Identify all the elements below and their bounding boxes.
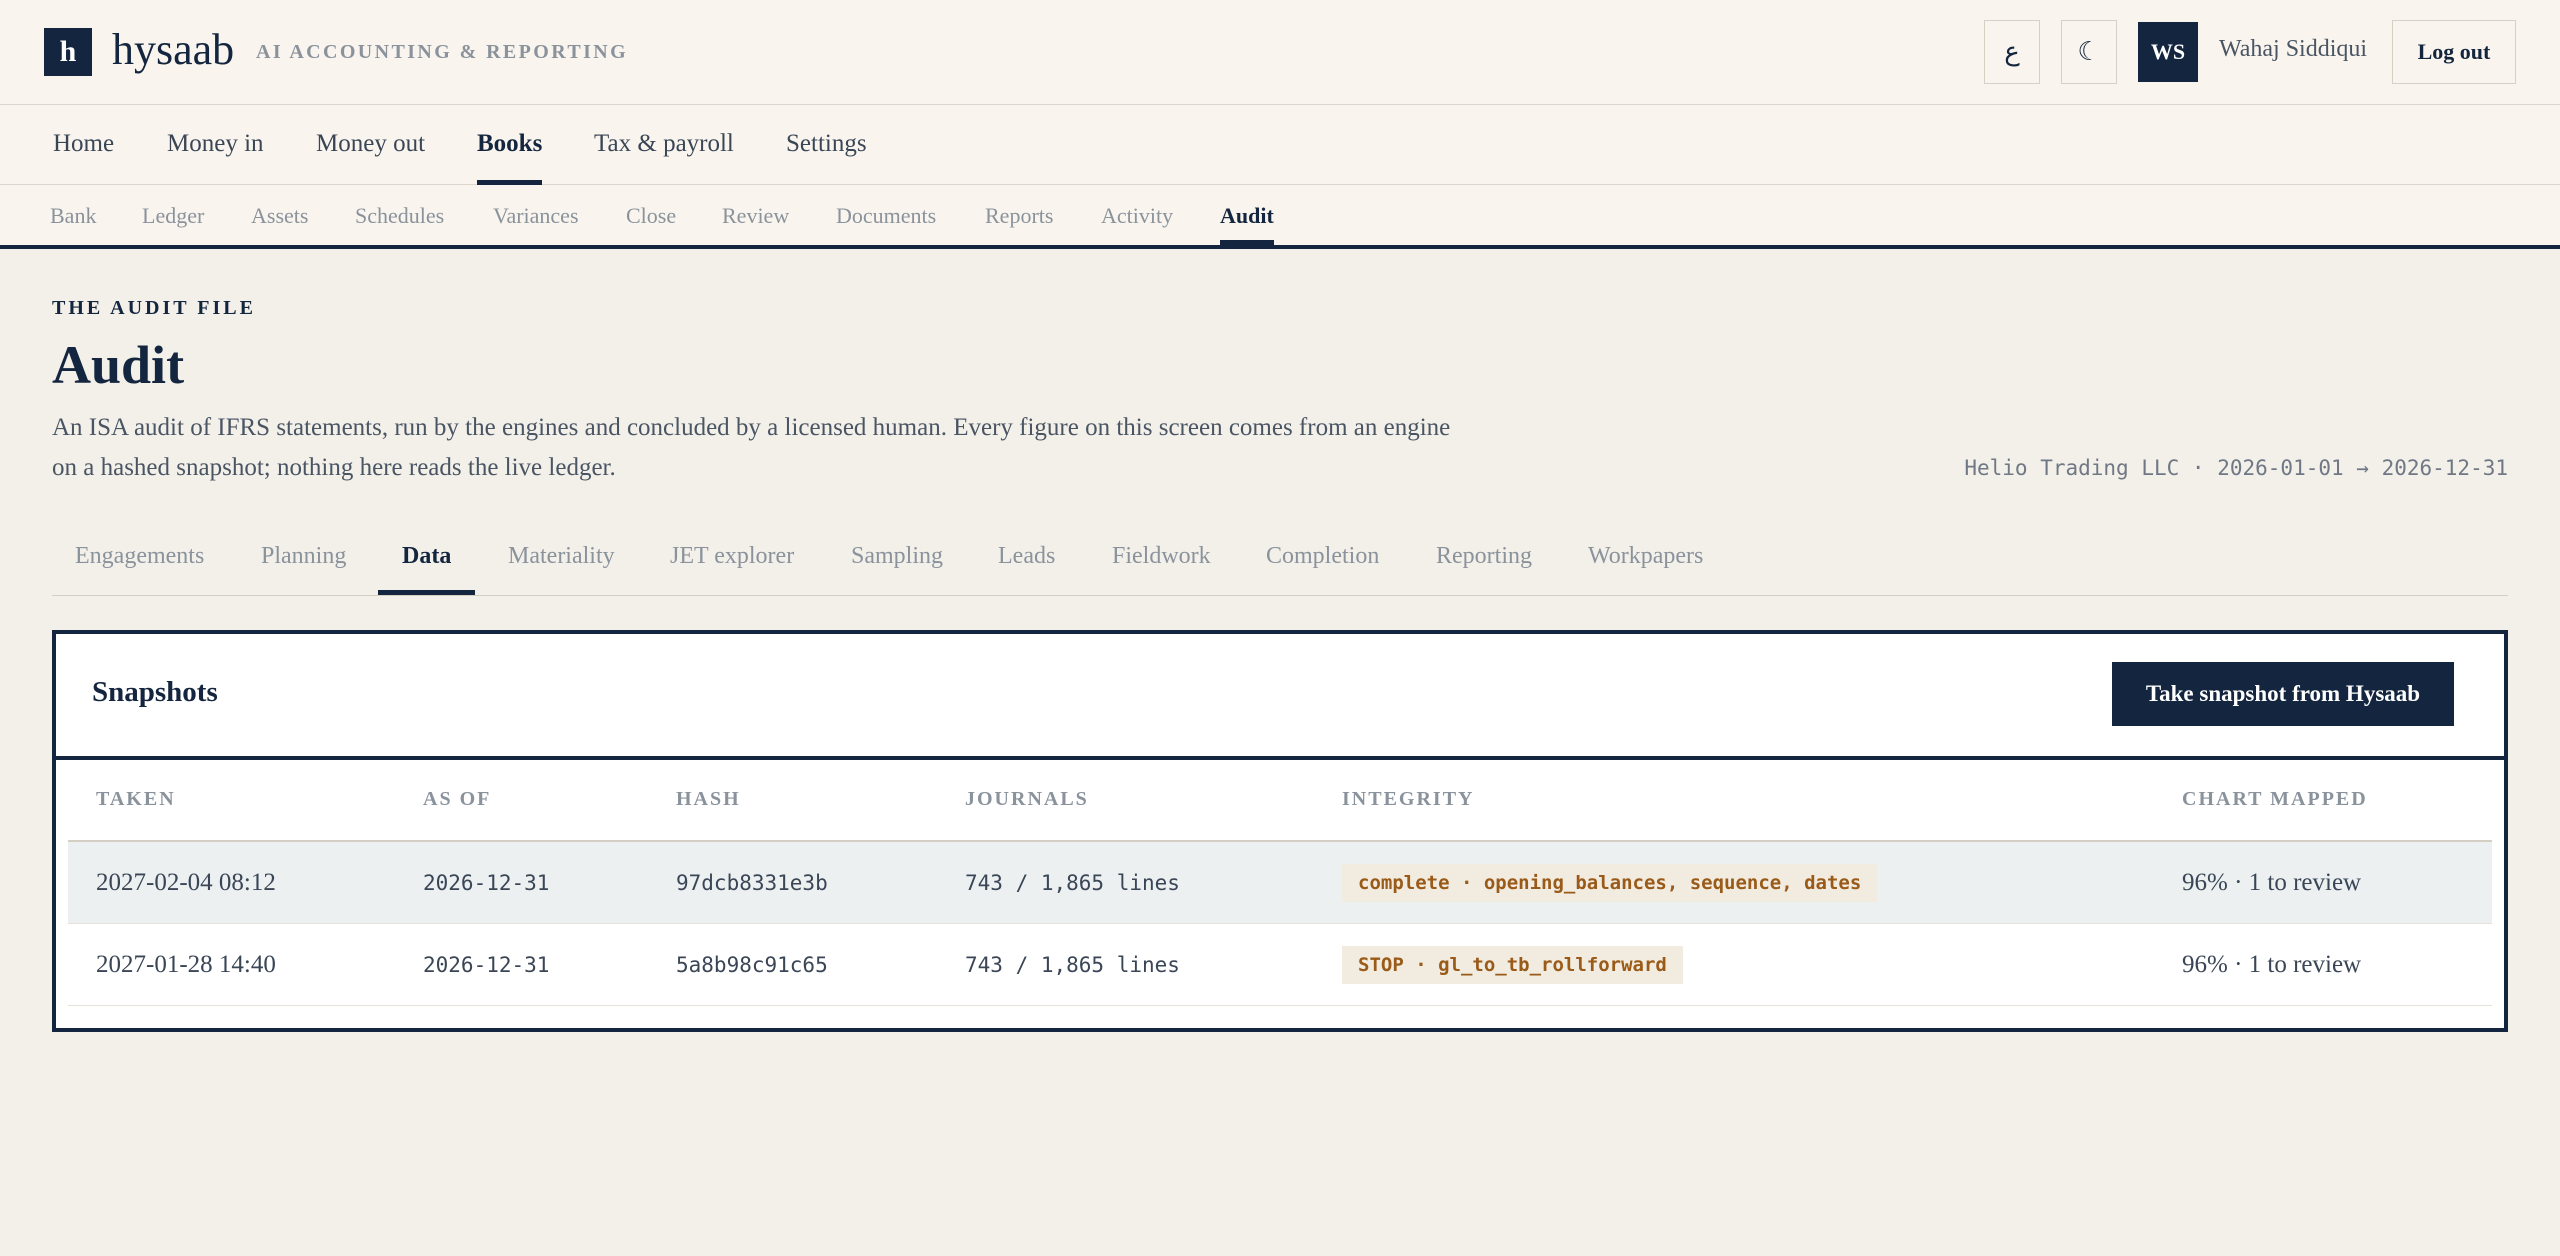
cell-taken: 2027-02-04 08:12 [96,869,276,896]
integrity-badge: STOP · gl_to_tb_rollforward [1342,946,1683,984]
cell-hash: 5a8b98c91c65 [676,953,828,977]
page-title: Audit [52,335,185,395]
entity-period-context: Helio Trading LLC · 2026-01-01 → 2026-12… [1964,456,2508,480]
tab-leads[interactable]: Leads [998,528,1055,595]
tab-data[interactable]: Data [377,528,476,595]
column-header-journals[interactable]: JOURNALS [965,788,1089,811]
column-header-integrity[interactable]: INTEGRITY [1342,788,1474,811]
subnav-item-bank[interactable]: Bank [50,185,96,245]
subnav-item-close[interactable]: Close [626,185,676,245]
page-eyebrow: THE AUDIT FILE [52,297,256,319]
cell-hash: 97dcb8331e3b [676,871,828,895]
language-toggle-button[interactable]: ع [1984,20,2040,84]
subnav-item-ledger[interactable]: Ledger [142,185,204,245]
nav-item-home[interactable]: Home [53,105,114,185]
theme-toggle-button[interactable]: ☾ [2061,20,2117,84]
cell-taken: 2027-01-28 14:40 [96,951,276,978]
cell-journals: 743 / 1,865 lines [965,953,1180,977]
nav-item-settings[interactable]: Settings [786,105,867,185]
page-description: An ISA audit of IFRS statements, run by … [52,414,1451,481]
nav-item-books[interactable]: Books [477,105,543,185]
subnav-item-assets[interactable]: Assets [251,185,308,245]
cell-chart-mapped: 96% · 1 to review [2182,869,2362,896]
take-snapshot-button[interactable]: Take snapshot from Hysaab [2112,662,2454,726]
nav-item-money-in[interactable]: Money in [167,105,264,185]
nav-item-money-out[interactable]: Money out [316,105,425,185]
tab-workpapers[interactable]: Workpapers [1588,528,1703,595]
user-name: Wahaj Siddiqui [2219,36,2368,62]
cell-as-of: 2026-12-31 [423,871,550,895]
top-header: h hysaab AI ACCOUNTING & REPORTING ع ☾ W… [0,0,2560,105]
arabic-letter-ain-icon: ع [2004,37,2020,67]
column-header-as-of[interactable]: AS OF [423,788,491,811]
brand-tagline: AI ACCOUNTING & REPORTING [256,41,629,63]
column-header-chart-mapped[interactable]: CHART MAPPED [2182,788,2368,811]
table-row[interactable]: 2027-01-28 14:40 2026-12-31 5a8b98c91c65… [68,924,2492,1006]
snapshots-panel-header: Snapshots Take snapshot from Hysaab [56,634,2504,760]
subnav-item-reports[interactable]: Reports [985,185,1053,245]
column-header-taken[interactable]: TAKEN [96,788,176,811]
moon-icon: ☾ [2077,37,2101,67]
avatar[interactable]: WS [2138,22,2198,82]
subnav-item-audit[interactable]: Audit [1220,185,1274,245]
tab-reporting[interactable]: Reporting [1436,528,1532,595]
subnav-item-activity[interactable]: Activity [1101,185,1173,245]
tab-planning[interactable]: Planning [261,528,346,595]
table-row[interactable]: 2027-02-04 08:12 2026-12-31 97dcb8331e3b… [68,842,2492,924]
cell-journals: 743 / 1,865 lines [965,871,1180,895]
column-header-hash[interactable]: HASH [676,788,741,811]
snapshots-table: TAKEN AS OF HASH JOURNALS INTEGRITY CHAR… [68,760,2492,1006]
integrity-badge: complete · opening_balances, sequence, d… [1342,864,1878,902]
subnav-item-documents[interactable]: Documents [836,185,936,245]
tab-jet-explorer[interactable]: JET explorer [670,528,794,595]
nav-item-tax-payroll[interactable]: Tax & payroll [594,105,734,185]
tab-materiality[interactable]: Materiality [508,528,615,595]
snapshots-panel: Snapshots Take snapshot from Hysaab TAKE… [52,630,2508,1032]
subnav-item-review[interactable]: Review [722,185,789,245]
audit-tabs: Engagements Planning Data Materiality JE… [52,528,2508,596]
brand-logo-mark[interactable]: h [44,28,92,76]
tab-fieldwork[interactable]: Fieldwork [1112,528,1211,595]
cell-chart-mapped: 96% · 1 to review [2182,951,2362,978]
primary-nav: Home Money in Money out Books Tax & payr… [0,105,2560,185]
subnav-item-variances[interactable]: Variances [493,185,579,245]
tab-sampling[interactable]: Sampling [851,528,943,595]
subnav-item-schedules[interactable]: Schedules [355,185,444,245]
tab-engagements[interactable]: Engagements [75,528,204,595]
snapshots-title: Snapshots [92,676,218,708]
brand-name[interactable]: hysaab [112,22,234,78]
tab-completion[interactable]: Completion [1266,528,1379,595]
logout-button[interactable]: Log out [2392,20,2516,84]
secondary-nav: Bank Ledger Assets Schedules Variances C… [0,185,2560,249]
cell-as-of: 2026-12-31 [423,953,550,977]
table-header-row: TAKEN AS OF HASH JOURNALS INTEGRITY CHAR… [68,760,2492,842]
